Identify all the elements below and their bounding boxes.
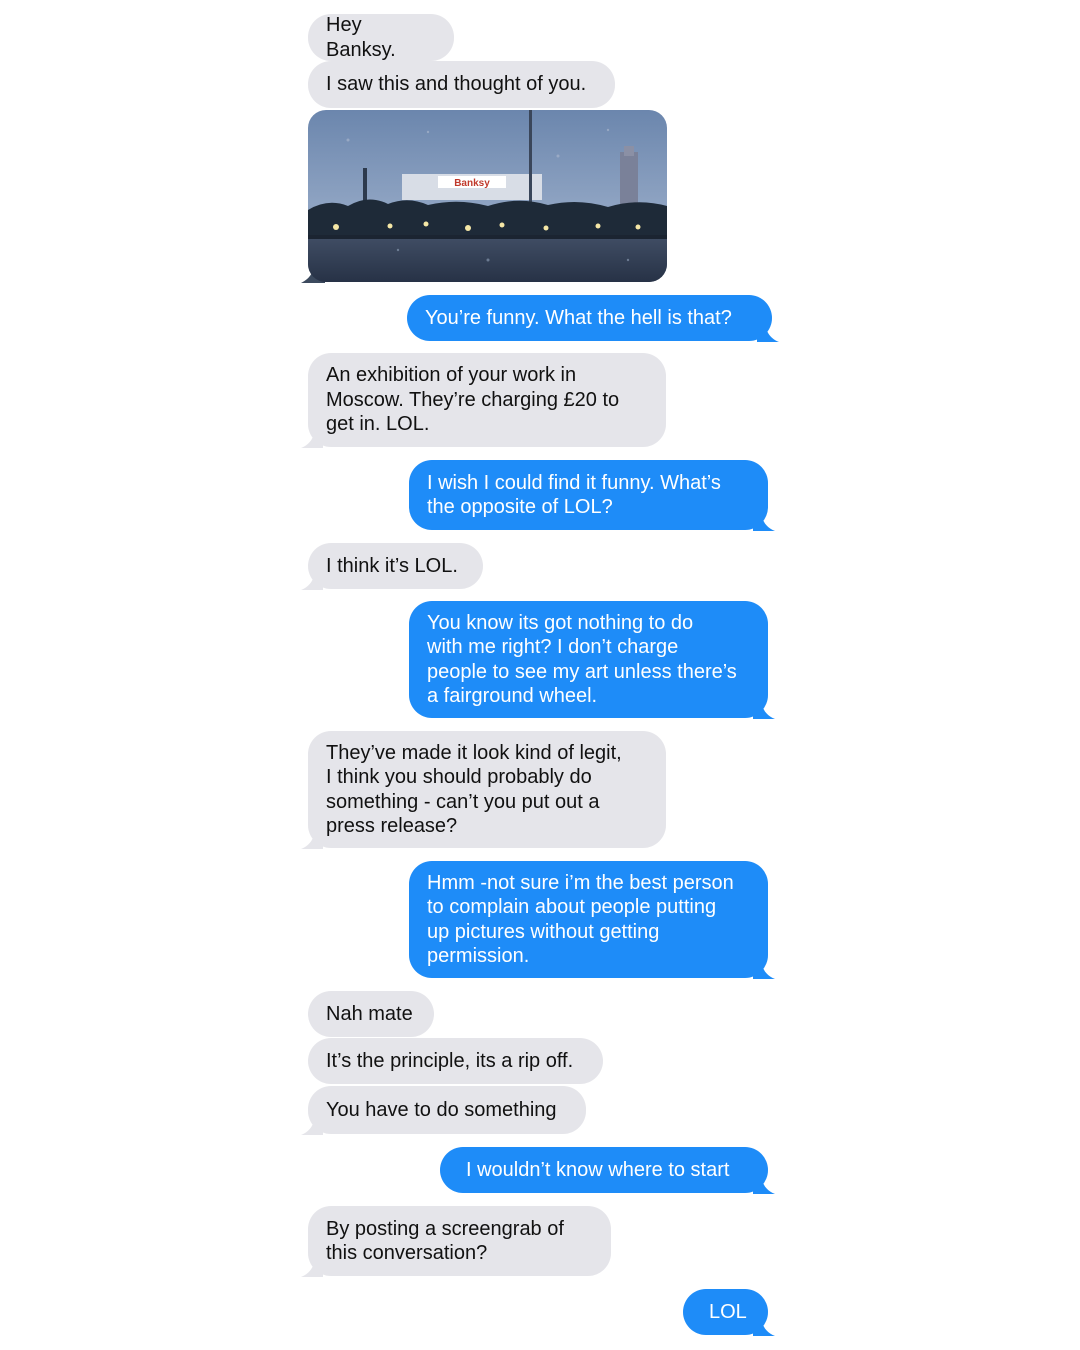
bubble-tail <box>753 1314 775 1336</box>
message-text: An exhibition of your work in Moscow. Th… <box>326 364 620 436</box>
bubble-tail <box>301 1255 323 1277</box>
message-bubble-incoming[interactable]: It’s the principle, its a rip off. <box>308 1038 603 1084</box>
message-bubble-incoming[interactable]: I saw this and thought of you. <box>308 61 615 108</box>
message-text: Nah mate <box>326 1002 413 1025</box>
bubble-tail <box>753 697 775 719</box>
bubble-tail <box>301 827 323 849</box>
bubble-tail <box>753 1172 775 1194</box>
bubble-tail <box>753 957 775 979</box>
message-bubble-outgoing[interactable]: You know its got nothing to do with me r… <box>409 601 775 719</box>
message-text: LOL <box>709 1300 747 1323</box>
message-bubble-incoming[interactable]: You have to do something <box>301 1086 586 1135</box>
exhibition-photo: Banksy <box>308 110 667 282</box>
message-text: It’s the principle, its a rip off. <box>326 1049 574 1072</box>
sign-text: Banksy <box>454 178 490 189</box>
message-text: Hey Banksy. <box>326 14 396 61</box>
message-bubble-incoming[interactable]: I think it’s LOL. <box>301 543 483 590</box>
message-bubble-incoming[interactable]: Nah mate <box>308 991 434 1037</box>
bubble-tail <box>757 320 779 342</box>
message-bubble-outgoing[interactable]: You’re funny. What the hell is that? <box>407 295 779 342</box>
message-text: You know its got nothing to do with me r… <box>427 611 737 708</box>
message-bubble-incoming[interactable]: By posting a screengrab of this conversa… <box>301 1206 611 1277</box>
photo-attachment[interactable]: Banksy <box>308 110 667 282</box>
message-text: I wish I could find it funny. What’s the… <box>427 471 721 519</box>
bubble-tail <box>301 1113 323 1135</box>
message-bubble-outgoing[interactable]: I wouldn’t know where to start <box>440 1147 775 1194</box>
message-bubble-outgoing[interactable]: Hmm -not sure i’m the best person to com… <box>409 861 775 979</box>
message-text: They’ve made it look kind of legit, I th… <box>326 741 622 838</box>
message-bubble-outgoing[interactable]: LOL <box>683 1289 775 1336</box>
message-text: I wouldn’t know where to start <box>466 1158 730 1181</box>
message-bubble-incoming[interactable]: Hey Banksy. <box>308 14 454 61</box>
message-bubble-outgoing[interactable]: I wish I could find it funny. What’s the… <box>409 460 775 531</box>
message-text: Hmm -not sure i’m the best person to com… <box>427 871 734 968</box>
message-text: I think it’s LOL. <box>326 554 458 577</box>
message-text: You’re funny. What the hell is that? <box>425 306 732 329</box>
message-text: You have to do something <box>326 1098 557 1121</box>
message-text: I saw this and thought of you. <box>326 73 587 96</box>
message-text: By posting a screengrab of this conversa… <box>326 1217 564 1265</box>
message-bubble-incoming[interactable]: They’ve made it look kind of legit, I th… <box>301 731 666 849</box>
bubble-tail <box>753 509 775 531</box>
message-bubble-incoming[interactable]: An exhibition of your work in Moscow. Th… <box>301 353 666 448</box>
bubble-tail <box>301 568 323 590</box>
bubble-tail <box>301 426 323 448</box>
